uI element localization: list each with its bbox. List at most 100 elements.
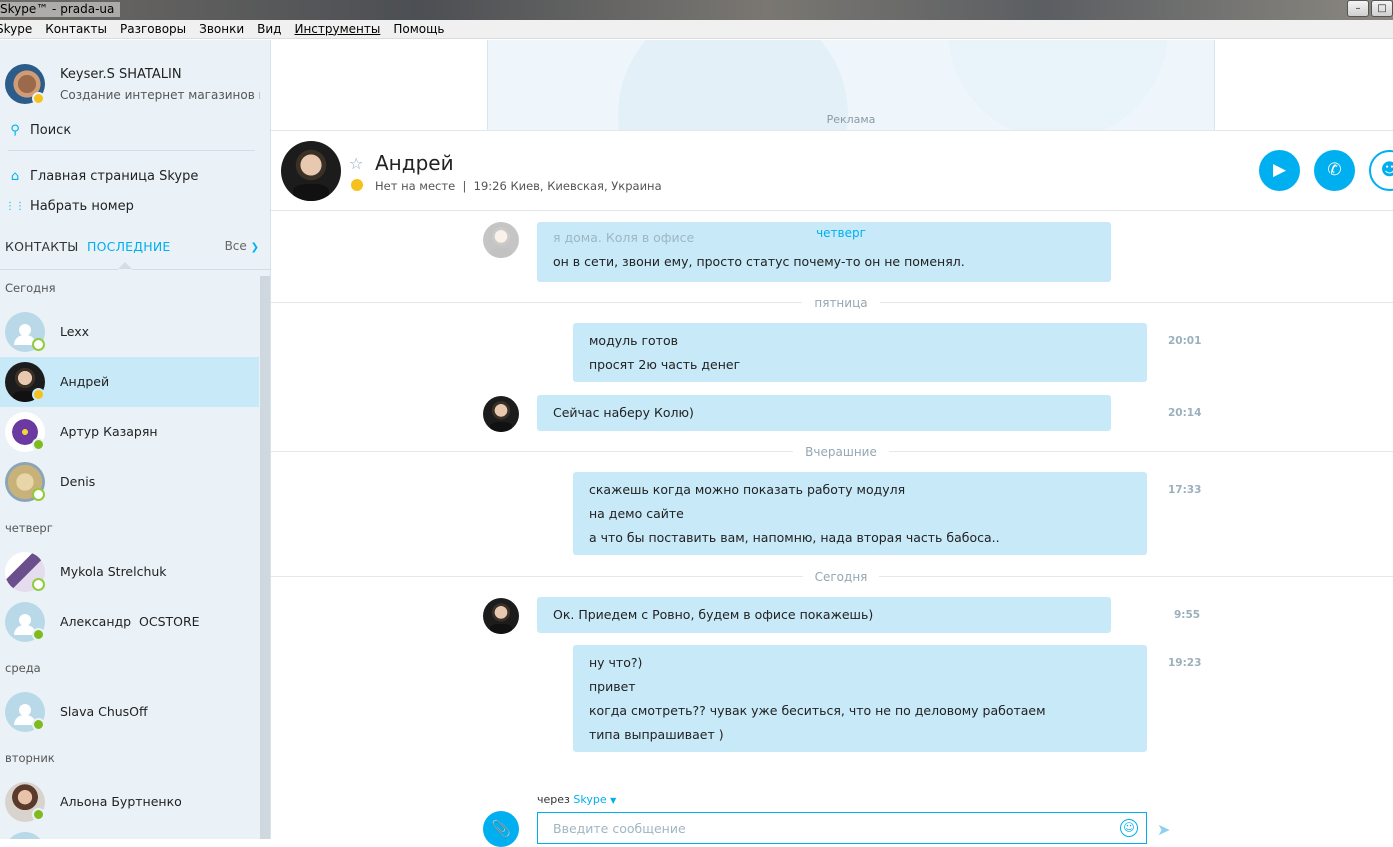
- chat-contact-avatar[interactable]: [281, 141, 341, 201]
- message-text: типа выпрашивает ): [589, 727, 724, 742]
- message-text: Сейчас наберу Колю): [553, 405, 694, 420]
- search-label: Поиск: [30, 122, 72, 138]
- online-status-icon: [32, 718, 45, 731]
- offline-status-icon: [32, 338, 45, 351]
- message-bubble-incoming[interactable]: Ок. Приедем с Ровно, будем в офисе покаж…: [537, 597, 1111, 633]
- maximize-button[interactable]: □: [1371, 0, 1393, 17]
- contact-name: Андрей: [60, 374, 110, 389]
- profile-mood[interactable]: Создание интернет магазинов по...: [60, 88, 260, 102]
- via-prefix: через: [537, 793, 570, 806]
- search-icon: ⚲: [10, 122, 20, 138]
- home-label: Главная страница Skype: [30, 168, 199, 184]
- message-text: просят 2ю часть денег: [589, 357, 741, 372]
- contact-item-partial[interactable]: [0, 827, 259, 839]
- online-status-icon: [32, 628, 45, 641]
- contact-item-slava[interactable]: Slava ChusOff: [0, 687, 259, 737]
- filter-dropdown[interactable]: Все ❯: [225, 239, 259, 253]
- message-timestamp: 9:55: [1174, 609, 1201, 621]
- contact-item-andrey[interactable]: Андрей: [0, 357, 259, 407]
- contact-name: Slava ChusOff: [60, 704, 148, 719]
- attach-button[interactable]: 📎: [483, 811, 519, 847]
- message-timestamp: 20:14: [1168, 407, 1202, 419]
- profile-card[interactable]: Keyser.S SHATALIN Создание интернет мага…: [0, 40, 271, 124]
- group-label-wednesday: среда: [5, 661, 41, 675]
- message-bubble-outgoing[interactable]: модуль готов просят 2ю часть денег: [573, 323, 1147, 382]
- avatar-default-icon: [5, 832, 45, 839]
- chat-contact-status: Нет на месте | 19:26 Киев, Киевская, Укр…: [375, 179, 662, 193]
- active-tab-indicator: [118, 262, 132, 270]
- away-status-icon: [32, 388, 45, 401]
- tab-contacts[interactable]: КОНТАКТЫ: [5, 239, 78, 254]
- search-link[interactable]: ⚲ Поиск: [0, 117, 271, 143]
- message-text: ну что?): [589, 655, 643, 670]
- contact-item-alyona[interactable]: Альона Буртненко: [0, 777, 259, 827]
- day-label: четверг: [816, 226, 866, 240]
- message-timestamp: 17:33: [1168, 484, 1202, 496]
- menu-calls[interactable]: Звонки: [199, 20, 244, 39]
- menu-tools[interactable]: Инструменты: [294, 20, 380, 39]
- contact-item-artur[interactable]: Артур Казарян: [0, 407, 259, 457]
- day-separator-today: Сегодня: [271, 570, 1393, 584]
- voice-call-button[interactable]: ✆: [1314, 150, 1355, 191]
- window-title: Skype™ - prada-ua: [0, 2, 121, 17]
- day-separator-yesterday: Вчерашние: [271, 445, 1393, 459]
- star-icon[interactable]: ☆: [349, 154, 363, 173]
- day-label: Вчерашние: [793, 445, 889, 459]
- group-label-tuesday: вторник: [5, 751, 55, 765]
- message-text: привет: [589, 679, 636, 694]
- contact-item-aleksandr[interactable]: Александр OCSTORE: [0, 597, 259, 647]
- sidebar: Keyser.S SHATALIN Создание интернет мага…: [0, 40, 271, 839]
- message-bubble-outgoing[interactable]: скажешь когда можно показать работу моду…: [573, 472, 1147, 555]
- message-avatar: [483, 598, 519, 634]
- send-via-selector[interactable]: через Skype ▼: [537, 793, 616, 806]
- message-bubble-outgoing[interactable]: ну что?) привет когда смотреть?? чувак у…: [573, 645, 1147, 752]
- phone-icon: ✆: [1327, 160, 1342, 180]
- day-label: Сегодня: [802, 570, 880, 584]
- contact-name: Lexx: [60, 324, 90, 339]
- message-timestamp: 20:01: [1168, 335, 1202, 347]
- dial-link[interactable]: ⋮⋮ Набрать номер: [0, 193, 271, 219]
- message-avatar: [483, 396, 519, 432]
- menu-conversations[interactable]: Разговоры: [120, 20, 186, 39]
- ad-label: Реклама: [826, 113, 876, 126]
- message-text: модуль готов: [589, 333, 678, 348]
- video-call-button[interactable]: ▶: [1259, 150, 1300, 191]
- menu-view[interactable]: Вид: [257, 20, 281, 39]
- chat-header: ☆ Андрей Нет на месте | 19:26 Киев, Киев…: [271, 131, 1393, 211]
- contacts-scrollbar[interactable]: [260, 276, 270, 839]
- home-link[interactable]: ⌂ Главная страница Skype: [0, 163, 271, 189]
- message-bubble-incoming[interactable]: Сейчас наберу Колю): [537, 395, 1111, 431]
- minimize-button[interactable]: –: [1347, 0, 1369, 17]
- dial-label: Набрать номер: [30, 198, 134, 214]
- day-separator-friday: пятница: [271, 296, 1393, 310]
- day-label: пятница: [802, 296, 880, 310]
- message-text: он в сети, звони ему, просто статус поче…: [553, 254, 965, 269]
- day-separator-thursday: четверг: [271, 226, 1393, 240]
- ad-banner[interactable]: Реклама: [487, 40, 1215, 130]
- contact-name: Артур Казарян: [60, 424, 158, 439]
- message-text: когда смотреть?? чувак уже беситься, что…: [589, 703, 1046, 718]
- recent-contacts-list: Сегодня Lexx Андрей Артур Казарян Denis …: [0, 271, 259, 839]
- group-label-today: Сегодня: [5, 281, 56, 295]
- menu-contacts[interactable]: Контакты: [45, 20, 107, 39]
- away-clock-icon: [351, 179, 363, 191]
- message-text: скажешь когда можно показать работу моду…: [589, 482, 906, 497]
- away-status-icon: [32, 92, 45, 105]
- menu-help[interactable]: Помощь: [393, 20, 444, 39]
- contact-item-denis[interactable]: Denis: [0, 457, 259, 507]
- contact-item-lexx[interactable]: Lexx: [0, 307, 259, 357]
- contact-tabs: КОНТАКТЫ ПОСЛЕДНИЕ Все ❯: [0, 236, 271, 270]
- dialpad-icon: ⋮⋮: [5, 200, 25, 212]
- message-compose-box[interactable]: ☺: [537, 812, 1147, 844]
- contact-item-mykola[interactable]: Mykola Strelchuk: [0, 547, 259, 597]
- tab-recent[interactable]: ПОСЛЕДНИЕ: [87, 239, 170, 254]
- add-people-button[interactable]: ☻: [1369, 150, 1393, 191]
- emoticon-icon[interactable]: ☺: [1120, 819, 1138, 837]
- contact-name: Александр OCSTORE: [60, 614, 200, 629]
- menu-skype[interactable]: Skype: [0, 20, 32, 39]
- caret-down-icon: ▼: [610, 796, 617, 805]
- send-icon[interactable]: ➤: [1157, 820, 1170, 839]
- contact-name: Mykola Strelchuk: [60, 564, 167, 579]
- chat-contact-name[interactable]: Андрей: [375, 151, 454, 175]
- offline-status-icon: [32, 488, 45, 501]
